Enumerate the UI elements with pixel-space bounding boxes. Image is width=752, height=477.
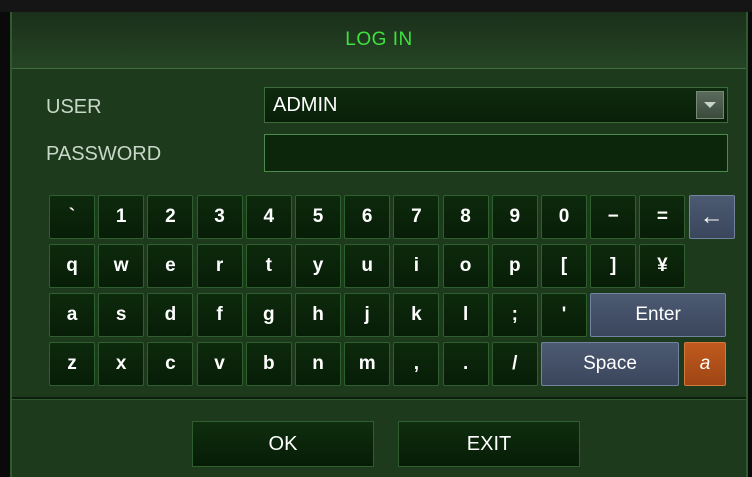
key-f[interactable]: f [196,293,243,337]
key-k[interactable]: k [393,293,440,337]
key-c[interactable]: c [147,342,194,386]
key-=[interactable]: = [639,195,686,239]
key-v[interactable]: v [196,342,243,386]
key-−[interactable]: − [590,195,637,239]
divider [12,397,746,400]
key-'[interactable]: ' [541,293,587,337]
key-,[interactable]: , [393,342,440,386]
key-6[interactable]: 6 [344,195,391,239]
key-[[interactable]: [ [541,244,587,288]
dialog-title: LOG IN [345,29,413,50]
key-o[interactable]: o [442,244,489,288]
key-z[interactable]: z [49,342,95,386]
key-.[interactable]: . [442,342,489,386]
key-b[interactable]: b [245,342,292,386]
password-label: PASSWORD [46,143,162,165]
case-toggle-key[interactable]: a [684,342,726,386]
key-g[interactable]: g [245,293,292,337]
key-n[interactable]: n [295,342,341,386]
key-4[interactable]: 4 [245,195,292,239]
key-a[interactable]: a [49,293,95,337]
exit-button[interactable]: EXIT [398,421,580,467]
user-value: ADMIN [273,94,338,116]
background-strip [0,0,752,12]
key-`[interactable]: ` [49,195,95,239]
key-l[interactable]: l [442,293,489,337]
key-u[interactable]: u [344,244,391,288]
key-m[interactable]: m [344,342,391,386]
key-d[interactable]: d [147,293,194,337]
key-1[interactable]: 1 [98,195,145,239]
key-][interactable]: ] [590,244,637,288]
key-j[interactable]: j [344,293,391,337]
login-dialog: LOG IN USER ADMIN PASSWORD OK EXIT ` 1 2 3 4… [10,12,748,477]
key-x[interactable]: x [98,342,145,386]
key-h[interactable]: h [295,293,341,337]
enter-key[interactable]: Enter [590,293,726,337]
ok-button[interactable]: OK [192,421,374,467]
key-t[interactable]: t [245,244,292,288]
user-label: USER [46,96,102,118]
key-;[interactable]: ; [491,293,538,337]
key-9[interactable]: 9 [491,195,538,239]
space-key[interactable]: Space [541,342,679,386]
user-select[interactable]: ADMIN [264,87,728,123]
key-q[interactable]: q [49,244,95,288]
key-w[interactable]: w [98,244,145,288]
key-7[interactable]: 7 [393,195,440,239]
key-¥[interactable]: ¥ [639,244,686,288]
key-5[interactable]: 5 [295,195,341,239]
key-/[interactable]: / [491,342,538,386]
key-8[interactable]: 8 [442,195,489,239]
chevron-down-icon[interactable] [696,91,724,119]
key-2[interactable]: 2 [147,195,194,239]
key-i[interactable]: i [393,244,440,288]
key-p[interactable]: p [491,244,538,288]
key-y[interactable]: y [295,244,341,288]
title-bar: LOG IN [12,12,746,69]
key-e[interactable]: e [147,244,194,288]
key-r[interactable]: r [196,244,243,288]
key-0[interactable]: 0 [541,195,587,239]
key-3[interactable]: 3 [196,195,243,239]
backspace-arrow-icon[interactable]: ← [688,195,735,239]
password-input[interactable] [264,134,728,172]
key-s[interactable]: s [98,293,145,337]
